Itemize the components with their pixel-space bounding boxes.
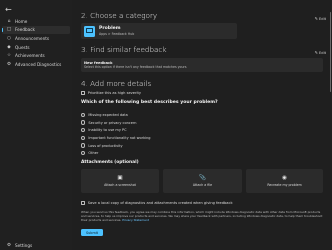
step4-title: 4. Add more details	[81, 79, 152, 88]
option-loss-of-productivity[interactable]: Loss of productivity	[81, 142, 151, 150]
radio-button[interactable]	[81, 128, 86, 133]
announcements-icon: ○	[7, 35, 11, 41]
sidebar-item-label: Home	[15, 18, 28, 24]
radio-button[interactable]	[81, 143, 86, 148]
pencil-icon: ✎	[314, 16, 319, 21]
privacy-notice: When you send us this feedback, you agre…	[81, 210, 323, 222]
pencil-icon: ✎	[314, 50, 319, 55]
option-functionality-not-working[interactable]: Important functionality not working	[81, 134, 151, 142]
high-severity-checkbox[interactable]	[81, 91, 86, 96]
achievements-icon: ☆	[6, 53, 12, 59]
step2-edit-link[interactable]: ✎ Edit	[315, 16, 326, 21]
sidebar-item-label: Settings	[15, 242, 33, 248]
sidebar-item-feedback[interactable]: □ Feedback	[2, 25, 70, 35]
arrow-left-icon[interactable]: ←	[5, 4, 19, 16]
gear-icon: ⚙	[6, 242, 12, 248]
main-content: 2. Choose a category ✎ Edit Problem Apps…	[72, 0, 332, 250]
step3-title: 3. Find similar feedback	[81, 45, 167, 54]
step3-edit-link[interactable]: ✎ Edit	[315, 50, 326, 55]
radio-button[interactable]	[81, 151, 86, 156]
high-severity-label: Prioritize this as high severity	[87, 91, 142, 96]
save-local-copy-row[interactable]: Save a local copy of diagnostics and att…	[81, 201, 233, 206]
new-feedback-subtitle: Select this option if there isn't any fe…	[84, 65, 187, 69]
new-feedback-card: New feedback Select this option if there…	[81, 58, 323, 72]
scrollbar[interactable]	[330, 2, 331, 248]
sidebar-item-label: Feedback	[15, 27, 35, 33]
radio-button[interactable]	[81, 120, 86, 125]
privacy-statement-link[interactable]: Privacy Statement	[122, 218, 149, 222]
sidebar-item-label: Advanced Diagnostics	[15, 61, 62, 67]
high-severity-row[interactable]: Prioritize this as high severity	[81, 91, 142, 96]
save-local-copy-label: Save a local copy of diagnostics and att…	[87, 201, 233, 206]
home-icon: ⌂	[7, 18, 11, 24]
sidebar-item-label: Announcements	[15, 35, 50, 41]
radio-button[interactable]	[81, 135, 86, 141]
attach-file-button[interactable]: 📎 Attach a file	[163, 169, 242, 193]
sidebar-item-announcements[interactable]: ○ Announcements	[2, 34, 70, 43]
attachments-label: Attachments (optional)	[81, 160, 139, 165]
recreate-problem-button[interactable]: ◉ Recreate my problem	[246, 169, 323, 193]
nav-list: ⌂ Home □ Feedback ○ Announcements ◆ Ques…	[2, 17, 70, 69]
scrollbar-thumb[interactable]	[330, 12, 331, 92]
problem-icon	[84, 25, 95, 37]
sidebar-item-home[interactable]: ⌂ Home	[2, 17, 70, 26]
problem-question: Which of the following best describes yo…	[81, 100, 218, 105]
sidebar-item-advanced-diagnostics[interactable]: ⚙ Advanced Diagnostics	[2, 60, 70, 69]
submit-button[interactable]: Submit	[81, 229, 103, 236]
option-inability-to-use[interactable]: Inability to use my PC	[81, 126, 151, 134]
option-missing-data[interactable]: Missing expected data	[81, 111, 151, 119]
step2-title: 2. Choose a category	[81, 11, 158, 20]
option-security-privacy[interactable]: Security or privacy concern	[81, 119, 151, 127]
problem-options: Missing expected data Security or privac…	[81, 111, 151, 157]
diagnostics-icon: ⚙	[6, 61, 12, 67]
paperclip-icon: 📎	[199, 174, 206, 181]
option-other[interactable]: Other	[81, 149, 151, 157]
sidebar-item-label: Quests	[15, 44, 30, 50]
screenshot-icon: ▣	[117, 174, 123, 181]
sidebar-item-achievements[interactable]: ☆ Achievements	[2, 51, 70, 60]
record-icon: ◉	[282, 174, 287, 181]
sidebar: ← ⌂ Home □ Feedback ○ Announcements ◆ Qu…	[0, 0, 72, 250]
category-subtitle: Apps > Feedback Hub	[99, 31, 135, 36]
attach-screenshot-button[interactable]: ▣ Attach a screenshot	[81, 169, 159, 193]
sidebar-item-label: Achievements	[15, 53, 45, 59]
feedback-icon: □	[6, 27, 12, 33]
save-local-copy-checkbox[interactable]	[81, 201, 86, 206]
category-card: Problem Apps > Feedback Hub	[81, 23, 237, 39]
sidebar-item-quests[interactable]: ◆ Quests	[2, 43, 70, 52]
sidebar-item-settings[interactable]: ⚙ Settings	[2, 241, 70, 249]
radio-button[interactable]	[81, 112, 86, 118]
quests-icon: ◆	[7, 44, 11, 50]
